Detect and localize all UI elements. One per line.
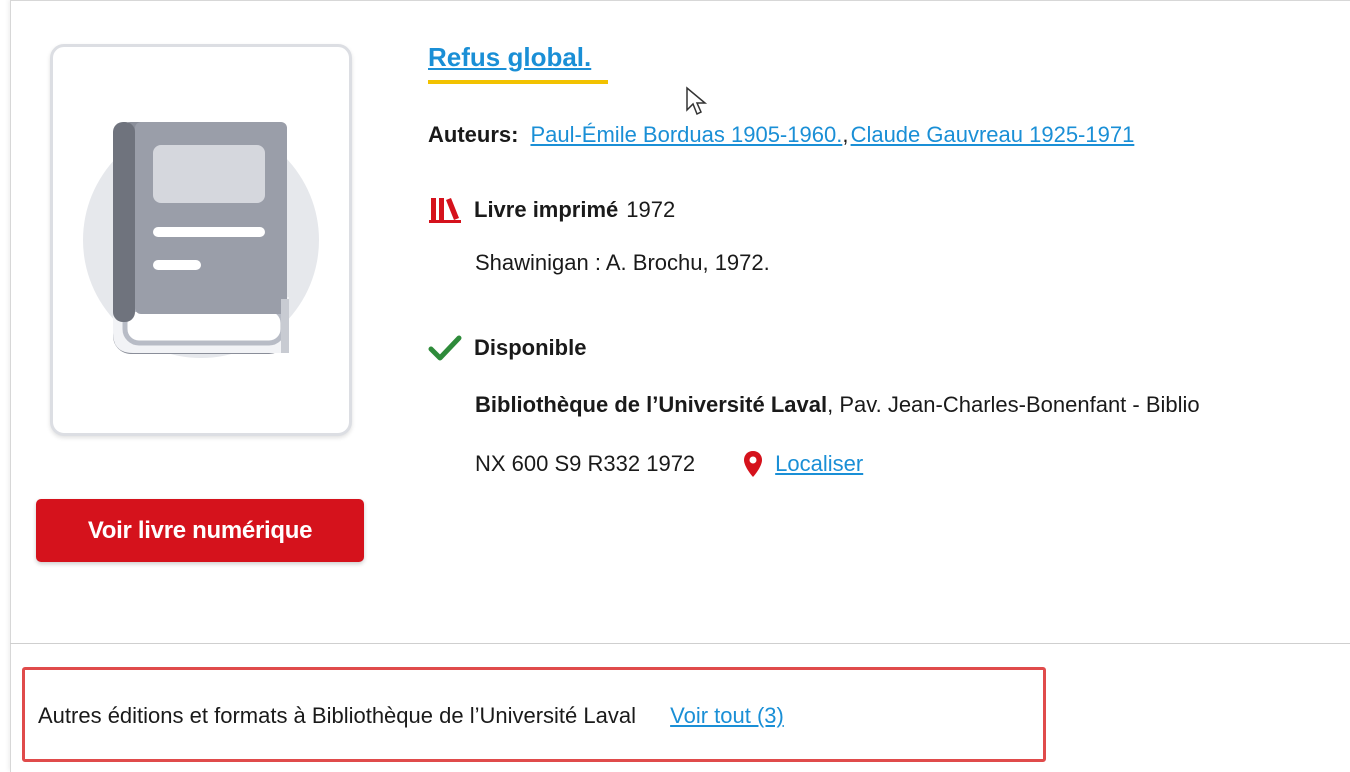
authors-separator: ,	[842, 122, 849, 147]
books-icon	[429, 198, 461, 223]
library-name: Bibliothèque de l’Université Laval	[475, 392, 828, 417]
record-title-link[interactable]: Refus global.	[428, 42, 591, 73]
map-pin-icon	[744, 451, 763, 477]
authors-label: Auteurs:	[428, 122, 519, 147]
other-editions-row: Autres éditions et formats à Bibliothèqu…	[38, 703, 784, 729]
library-branch: , Pav. Jean-Charles-Bonenfant - Biblio	[827, 392, 1200, 417]
locate-link[interactable]: Localiser	[775, 451, 863, 477]
book-placeholder-icon	[83, 122, 319, 358]
publication-year: 1972	[626, 197, 676, 222]
author-link[interactable]: Claude Gauvreau 1925-1971	[851, 122, 1135, 147]
availability-row: Disponible	[428, 334, 586, 362]
view-digital-book-button[interactable]: Voir livre numérique	[36, 499, 364, 562]
mouse-cursor-icon	[686, 86, 708, 116]
record-card: Voir livre numérique Refus global. Auteu…	[0, 0, 1350, 772]
library-location: Bibliothèque de l’Université Laval, Pav.…	[475, 392, 1200, 418]
call-number: NX 600 S9 R332 1972	[475, 451, 696, 476]
call-number-row: NX 600 S9 R332 1972 Localiser	[475, 450, 863, 478]
book-cover[interactable]	[50, 44, 352, 436]
format-label: Livre imprimé	[474, 197, 619, 222]
format-row: Livre imprimé 1972	[428, 196, 675, 224]
section-divider	[10, 643, 1350, 644]
view-all-editions-link[interactable]: Voir tout (3)	[670, 703, 784, 728]
publication-info: Shawinigan : A. Brochu, 1972.	[475, 250, 770, 275]
author-link[interactable]: Paul-Émile Borduas 1905-1960.	[530, 122, 842, 147]
other-editions-label: Autres éditions et formats à Bibliothèqu…	[38, 703, 636, 728]
checkmark-icon	[428, 335, 462, 361]
title-highlight	[428, 80, 608, 84]
availability-status: Disponible	[474, 335, 587, 360]
authors-row: Auteurs: Paul-Émile Borduas 1905-1960., C…	[428, 122, 1134, 148]
